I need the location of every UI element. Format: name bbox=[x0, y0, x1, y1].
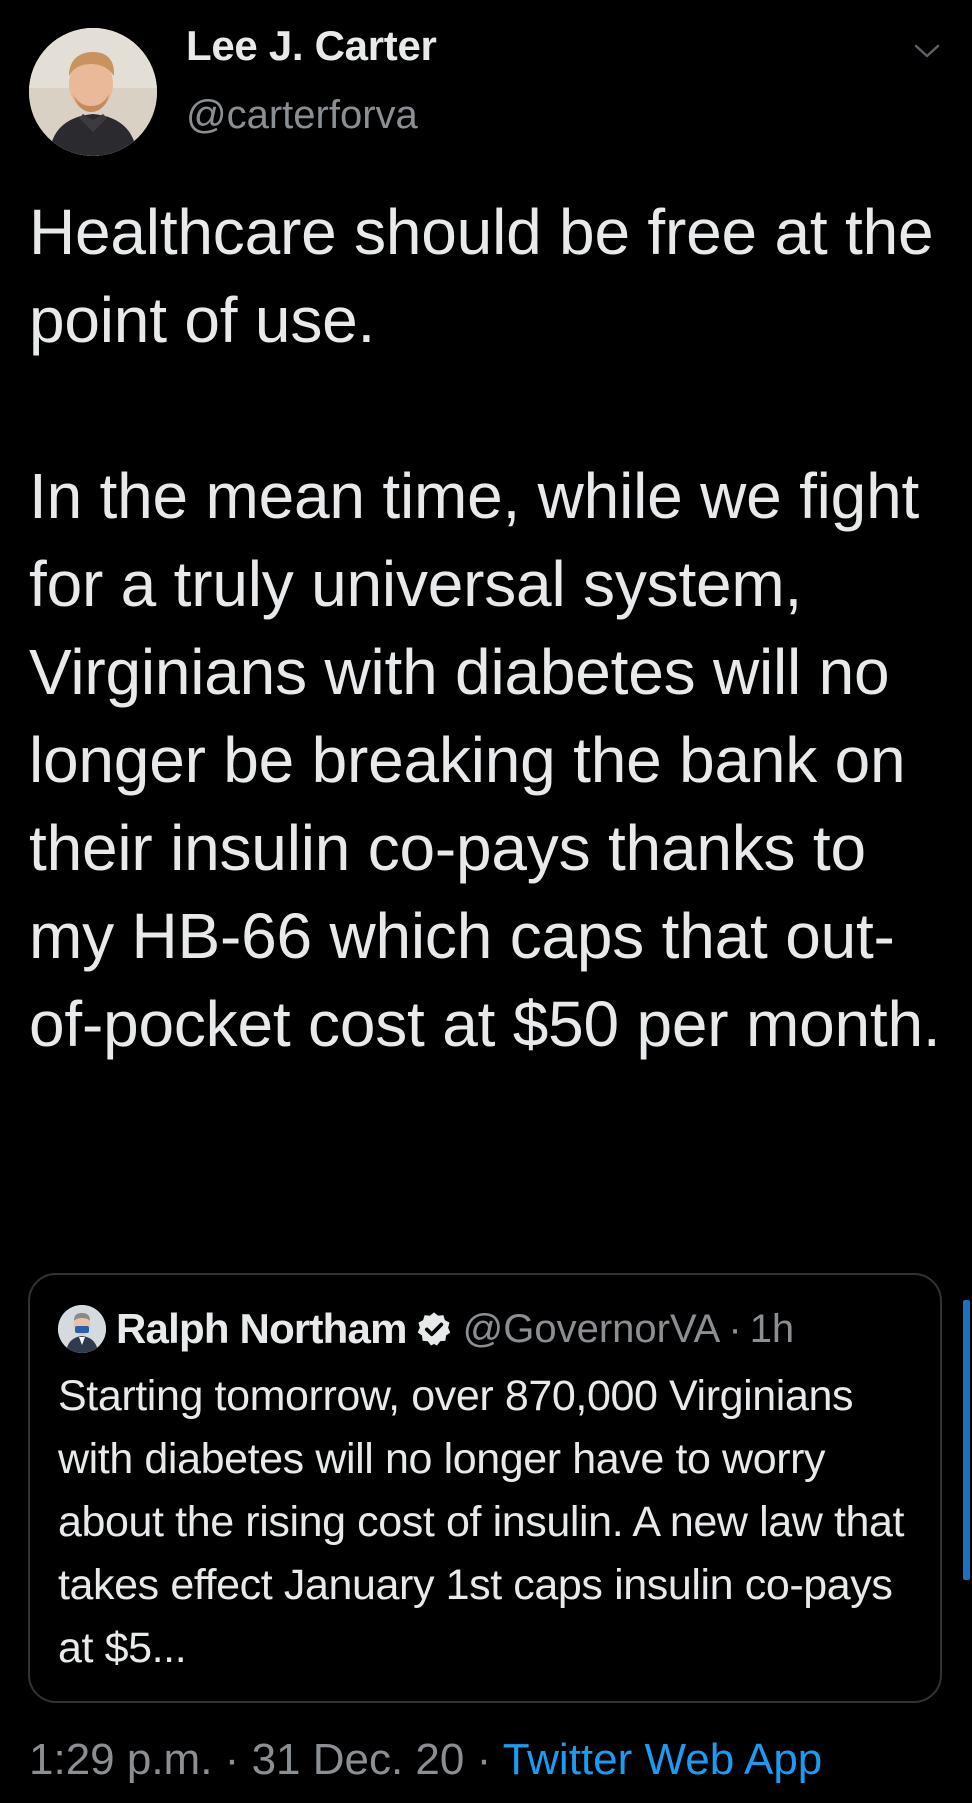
author-handle[interactable]: @carterforva bbox=[186, 93, 418, 138]
chevron-down-icon[interactable] bbox=[910, 34, 944, 68]
separator-dot: · bbox=[476, 1735, 492, 1784]
tweet-timestamp-line: 1:29 p.m. · 31 Dec. 20 · Twitter Web App bbox=[29, 1735, 822, 1785]
author-avatar-image bbox=[29, 28, 157, 156]
verified-badge-icon bbox=[417, 1312, 450, 1346]
quoted-tweet-header: Ralph Northam @GovernorVA · 1h bbox=[58, 1299, 794, 1359]
author-avatar[interactable] bbox=[29, 28, 157, 156]
tweet-date[interactable]: 31 Dec. 20 bbox=[252, 1735, 465, 1784]
quoted-author-avatar-image bbox=[58, 1305, 106, 1353]
tweet-time[interactable]: 1:29 p.m. bbox=[29, 1735, 212, 1784]
separator-dot: · bbox=[728, 1306, 742, 1351]
tweet-source-link[interactable]: Twitter Web App bbox=[503, 1735, 823, 1784]
quoted-tweet-text: Starting tomorrow, over 870,000 Virginia… bbox=[58, 1372, 905, 1672]
quoted-tweet-card[interactable]: Ralph Northam @GovernorVA · 1h Starting … bbox=[28, 1273, 942, 1703]
quoted-tweet-time: 1h bbox=[749, 1306, 795, 1351]
tweet-text: Healthcare should be free at the point o… bbox=[29, 196, 941, 1060]
tweet-detail: Lee J. Carter @carterforva Healthcare sh… bbox=[0, 0, 972, 1803]
quoted-author-handle: @GovernorVA bbox=[462, 1306, 721, 1351]
author-name[interactable]: Lee J. Carter bbox=[186, 22, 437, 70]
quoted-author-name: Ralph Northam bbox=[116, 1305, 407, 1352]
scrollbar[interactable] bbox=[963, 1300, 970, 1580]
quoted-author-avatar bbox=[58, 1305, 106, 1353]
separator-dot: · bbox=[224, 1735, 240, 1784]
